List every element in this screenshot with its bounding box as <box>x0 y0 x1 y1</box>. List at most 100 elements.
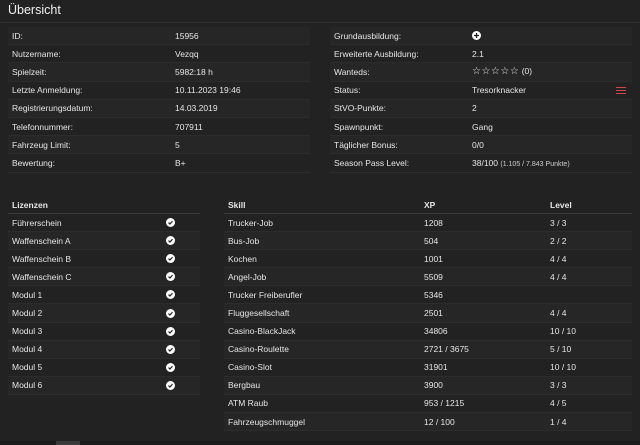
license-name: Modul 5 <box>12 362 43 373</box>
skill-row: Fluggesellschaft 2501 4 / 4 <box>224 304 632 323</box>
skill-level: 2 / 2 <box>550 235 567 246</box>
info-label: Bewertung: <box>12 157 55 168</box>
license-name: Waffenschein C <box>12 271 72 282</box>
skill-row: Trucker-Job 1208 3 / 3 <box>224 214 632 233</box>
skill-xp: 3900 <box>424 380 443 391</box>
info-value: Vezqq <box>175 48 199 59</box>
skill-level: 4 / 4 <box>550 271 567 282</box>
info-row-basic-training: Grundausbildung: <box>330 27 632 46</box>
skill-row: Trucker Freiberufler 5346 <box>224 286 632 305</box>
skill-row: Bergbau 3900 3 / 3 <box>224 376 632 395</box>
info-value: B+ <box>175 157 186 168</box>
horizontal-scrollbar[interactable] <box>0 441 640 445</box>
skill-xp: 5346 <box>424 289 443 300</box>
skills-header-row: Skill XP Level <box>224 196 632 214</box>
info-label: Nutzername: <box>12 48 61 59</box>
skill-name: Fluggesellschaft <box>228 308 290 319</box>
skill-name: Casino-BlackJack <box>228 326 296 337</box>
page-title: Übersicht <box>8 3 61 17</box>
info-value: 5982:18 h <box>175 66 213 77</box>
skill-name: Angel-Job <box>228 271 267 282</box>
info-row-status: Status: Tresorknacker <box>330 82 632 100</box>
info-value: Gang <box>472 121 493 132</box>
info-label: Letzte Anmeldung: <box>12 85 83 96</box>
info-value: 14.03.2019 <box>175 103 218 114</box>
info-label: Fahrzeug Limit: <box>12 139 71 150</box>
info-value: 707911 <box>175 121 203 132</box>
skill-xp: 953 / 1215 <box>424 398 465 409</box>
season-points: (1.105 / 7.843 Punkte) <box>500 160 570 168</box>
level-column-header: Level <box>550 199 572 210</box>
info-row-playtime: Spielzeit: 5982:18 h <box>8 63 310 82</box>
skill-xp: 2501 <box>424 308 443 319</box>
check-circle-icon <box>166 326 175 336</box>
skill-name: Bus-Job <box>228 235 260 246</box>
info-value: 2 <box>472 103 477 114</box>
skill-name: Casino-Slot <box>228 362 272 373</box>
skill-level: 10 / 10 <box>550 326 576 337</box>
skill-row: Angel-Job 5509 4 / 4 <box>224 268 632 287</box>
license-name: Führerschein <box>12 217 62 228</box>
info-row-advanced-training: Erweiterte Ausbildung: 2.1 <box>330 45 632 64</box>
character-info-table: Grundausbildung: Erweiterte Ausbildung: … <box>330 27 632 173</box>
skill-row: Bus-Job 504 2 / 2 <box>224 232 632 251</box>
skill-name: Bergbau <box>228 380 261 391</box>
info-label: Status: <box>334 85 361 96</box>
skill-name: Trucker-Job <box>228 217 274 228</box>
skill-xp: 504 <box>424 235 439 246</box>
info-label: StVO-Punkte: <box>334 103 386 114</box>
info-label: Registrierungsdatum: <box>12 103 93 114</box>
info-row-daily-bonus: Täglicher Bonus: 0/0 <box>330 136 632 155</box>
skill-row: Casino-Slot 31901 10 / 10 <box>224 359 632 377</box>
info-row-vehicle-limit: Fahrzeug Limit: 5 <box>8 136 310 155</box>
license-row: Waffenschein B <box>8 250 200 269</box>
license-row: Modul 3 <box>8 323 200 341</box>
skill-xp: 5509 <box>424 271 443 282</box>
info-label: Spawnpunkt: <box>334 121 384 132</box>
license-name: Modul 4 <box>12 344 43 355</box>
skill-row: Kochen 1001 4 / 4 <box>224 250 632 269</box>
skill-xp: 2721 / 3675 <box>424 344 469 355</box>
check-circle-icon <box>166 308 175 318</box>
info-label: Season Pass Level: <box>334 157 410 168</box>
skill-level: 5 / 10 <box>550 344 572 355</box>
info-row-id: ID: 15956 <box>8 27 310 46</box>
license-name: Modul 3 <box>12 326 43 337</box>
license-row: Führerschein <box>8 214 200 233</box>
skill-row: ATM Raub 953 / 1215 4 / 5 <box>224 395 632 414</box>
skill-name: Trucker Freiberufler <box>228 289 303 300</box>
list-icon[interactable] <box>616 86 626 95</box>
info-row-phone: Telefonnummer: 707911 <box>8 118 310 137</box>
info-row-wanteds: Wanteds: ☆☆☆☆☆ (0) <box>330 63 632 82</box>
check-circle-icon <box>166 290 175 300</box>
info-row-last-login: Letzte Anmeldung: 10.11.2023 19:46 <box>8 82 310 100</box>
skill-level: 3 / 3 <box>550 380 567 391</box>
scrollbar-thumb[interactable] <box>56 441 80 445</box>
title-divider <box>0 22 640 23</box>
skill-name: Casino-Roulette <box>228 344 289 355</box>
license-row: Waffenschein A <box>8 232 200 251</box>
license-row: Modul 2 <box>8 304 200 323</box>
check-circle-icon <box>166 236 175 246</box>
check-circle-icon <box>166 344 175 354</box>
skill-level: 4 / 5 <box>550 398 567 409</box>
skill-xp: 12 / 100 <box>424 416 455 427</box>
licenses-table: Lizenzen Führerschein Waffenschein A Waffe… <box>8 196 200 395</box>
info-row-rating: Bewertung: B+ <box>8 154 310 173</box>
skill-level: 10 / 10 <box>550 362 576 373</box>
plus-circle-icon[interactable] <box>472 30 481 40</box>
check-circle-icon <box>166 362 175 372</box>
check-circle-icon <box>166 254 175 264</box>
skill-xp: 1001 <box>424 253 443 264</box>
license-row: Modul 5 <box>8 359 200 377</box>
license-row: Modul 1 <box>8 286 200 305</box>
license-row: Modul 4 <box>8 340 200 359</box>
info-row-registration: Registrierungsdatum: 14.03.2019 <box>8 99 310 118</box>
info-label: Täglicher Bonus: <box>334 139 398 150</box>
skill-xp: 31901 <box>424 362 448 373</box>
skill-name: Fahrzeugschmuggel <box>228 416 306 427</box>
skill-name: Kochen <box>228 253 257 264</box>
license-name: Modul 2 <box>12 308 43 319</box>
info-label: Spielzeit: <box>12 66 47 77</box>
info-label: Wanteds: <box>334 66 370 77</box>
